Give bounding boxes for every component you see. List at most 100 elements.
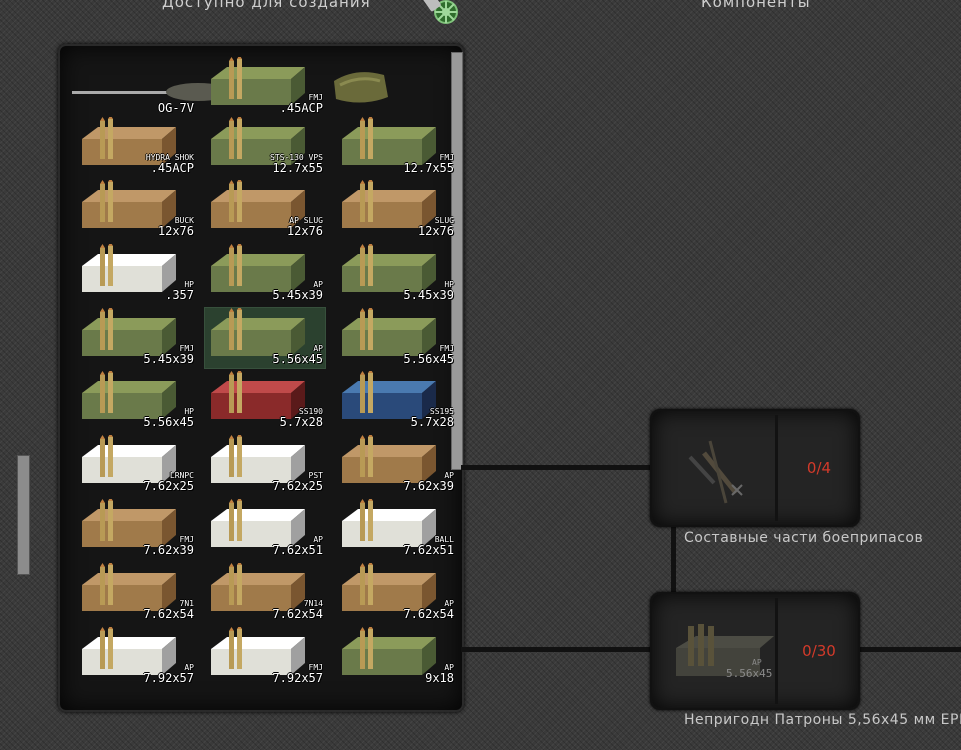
ammo-caliber-label: 5.56x45: [272, 352, 323, 366]
recipe-item[interactable]: FMJ 7.62x39: [76, 499, 196, 559]
ammo-caliber-label: .357: [165, 288, 194, 302]
ammo-caliber-label: 7.62x51: [403, 543, 454, 557]
slot-divider: [775, 598, 778, 704]
recipe-item[interactable]: BUCK 12x76: [76, 180, 196, 240]
recipe-item[interactable]: AP 7.92x57: [76, 627, 196, 687]
connector-line-lower: [461, 647, 651, 652]
recipe-item[interactable]: HP .357: [76, 244, 196, 304]
component-count: 0/4: [806, 459, 832, 477]
ammo-box-icon: [82, 244, 176, 292]
ammo-caliber-label: 5.7x28: [279, 415, 323, 429]
ammo-caliber-label: 12.7x55: [403, 161, 454, 175]
connector-line-right: [857, 647, 961, 652]
recipe-item[interactable]: FMJ 5.56x45: [336, 308, 456, 368]
ammo-box-icon: [82, 371, 176, 419]
ammo-caliber-label: 7.62x54: [272, 607, 323, 621]
ammo-box-icon: [342, 180, 436, 228]
recipe-item[interactable]: BALL 7.62x51: [336, 499, 456, 559]
recipe-item[interactable]: AP 7.62x51: [205, 499, 325, 559]
ammo-caliber-label: 5.45x39: [143, 352, 194, 366]
recipe-item[interactable]: AP 7.62x39: [336, 435, 456, 495]
recipe-item[interactable]: AP 7.62x54: [336, 563, 456, 623]
ammo-box-icon: [82, 308, 176, 356]
ammo-caliber-label: OG-7V: [157, 101, 194, 115]
ammo-box-icon: [211, 435, 305, 483]
available-header: Доступно для создания: [162, 0, 371, 11]
ammo-caliber-label: 5.56x45: [143, 415, 194, 429]
ammo-caliber-label: 7.62x54: [403, 607, 454, 621]
ammo-caliber-label: 7.62x39: [143, 543, 194, 557]
recipe-item[interactable]: 7N14 7.62x54: [205, 563, 325, 623]
recipe-item[interactable]: SLUG 12x76: [336, 180, 456, 240]
ammo-box-icon: [211, 563, 305, 611]
recipe-item[interactable]: AP 5.56x45: [204, 307, 326, 369]
ammo-caliber-label: 9x18: [425, 671, 454, 685]
component-slot-parts[interactable]: 0/4: [650, 409, 860, 527]
ammo-box-icon: [342, 627, 436, 675]
ammo-box-icon: [342, 244, 436, 292]
recipe-item[interactable]: OG-7V: [72, 57, 246, 117]
connector-line-upper: [461, 465, 651, 470]
recipe-item[interactable]: STS-130 VPS 12.7x55: [205, 117, 325, 177]
ammo-box-icon: [342, 499, 436, 547]
ammo-caliber-label: 7.62x51: [272, 543, 323, 557]
slot-divider: [775, 415, 778, 521]
recipe-item[interactable]: AP 9x18: [336, 627, 456, 687]
ammo-caliber-label: 5.56x45: [403, 352, 454, 366]
components-header: Компоненты: [701, 0, 811, 11]
left-scrollbar[interactable]: [17, 455, 30, 575]
crafting-gear-icon[interactable]: [422, 0, 460, 28]
ammo-caliber-label: 7.92x57: [143, 671, 194, 685]
ammo-caliber-label: 5.7x28: [410, 415, 454, 429]
component-slot-ammo[interactable]: AP 5.56x45 0/30: [650, 592, 860, 710]
ammo-caliber-label: 5.45x39: [403, 288, 454, 302]
recipe-item[interactable]: FMJ 7.92x57: [205, 627, 325, 687]
recipe-item[interactable]: 7N1 7.62x54: [76, 563, 196, 623]
recipe-item[interactable]: LRNPC 7.62x25: [76, 435, 196, 495]
recipe-item[interactable]: SS190 5.7x28: [205, 371, 325, 431]
recipe-item[interactable]: [334, 57, 456, 117]
ammo-caliber-label: 7.62x54: [143, 607, 194, 621]
ammo-caliber-label: 12x76: [417, 224, 454, 238]
recipe-item[interactable]: HP 5.45x39: [336, 244, 456, 304]
connector-line-vertical: [671, 526, 676, 592]
ammo-box-icon: [342, 435, 436, 483]
ammo-caliber-label: 7.92x57: [272, 671, 323, 685]
recipe-item[interactable]: FMJ 5.45x39: [76, 308, 196, 368]
ammo-caliber-label: 12.7x55: [272, 161, 323, 175]
ammo-box-icon: [342, 308, 436, 356]
recipe-item[interactable]: PST 7.62x25: [205, 435, 325, 495]
recipe-item[interactable]: AP 5.45x39: [205, 244, 325, 304]
component-count: 0/30: [802, 642, 836, 660]
ammo-caliber-label: 7.62x25: [272, 479, 323, 493]
recipe-item[interactable]: FMJ .45ACP: [205, 57, 325, 117]
ammo-caliber-label: 7.62x25: [143, 479, 194, 493]
ammo-caliber-label: 5.45x39: [272, 288, 323, 302]
ammo-box-icon: [211, 244, 305, 292]
component-label-ammo: Непригодн Патроны 5,56х45 мм EPR: [684, 712, 961, 728]
ammo-parts-tools-icon: [688, 440, 743, 504]
component-icon-type: AP: [752, 658, 762, 667]
ammo-box-icon: [342, 563, 436, 611]
ammo-caliber-label: .45ACP: [150, 161, 194, 175]
recipe-item[interactable]: AP SLUG 12x76: [205, 180, 325, 240]
ammo-box-icon: [211, 627, 305, 675]
recipe-item[interactable]: HYDRA SHOK .45ACP: [76, 117, 196, 177]
ammo-box-icon: [211, 308, 305, 356]
ammo-box-icon: [211, 57, 305, 105]
ammo-box-icon: [82, 499, 176, 547]
recipe-item[interactable]: SS195 5.7x28: [336, 371, 456, 431]
recipe-item[interactable]: FMJ 12.7x55: [336, 117, 456, 177]
component-label-parts: Составные части боеприпасов: [684, 530, 924, 546]
ammo-caliber-label: 12x76: [286, 224, 323, 238]
ammo-box-icon: [82, 180, 176, 228]
ammo-caliber-label: 12x76: [157, 224, 194, 238]
recipe-item[interactable]: HP 5.56x45: [76, 371, 196, 431]
ammo-box-icon: [82, 563, 176, 611]
ammo-box-icon: [211, 499, 305, 547]
ammo-box-icon: [82, 627, 176, 675]
ammo-caliber-label: 7.62x39: [403, 479, 454, 493]
component-icon-caliber: 5.56x45: [726, 667, 773, 680]
pouch-icon: [334, 72, 388, 103]
ammo-caliber-label: .45ACP: [279, 101, 323, 115]
